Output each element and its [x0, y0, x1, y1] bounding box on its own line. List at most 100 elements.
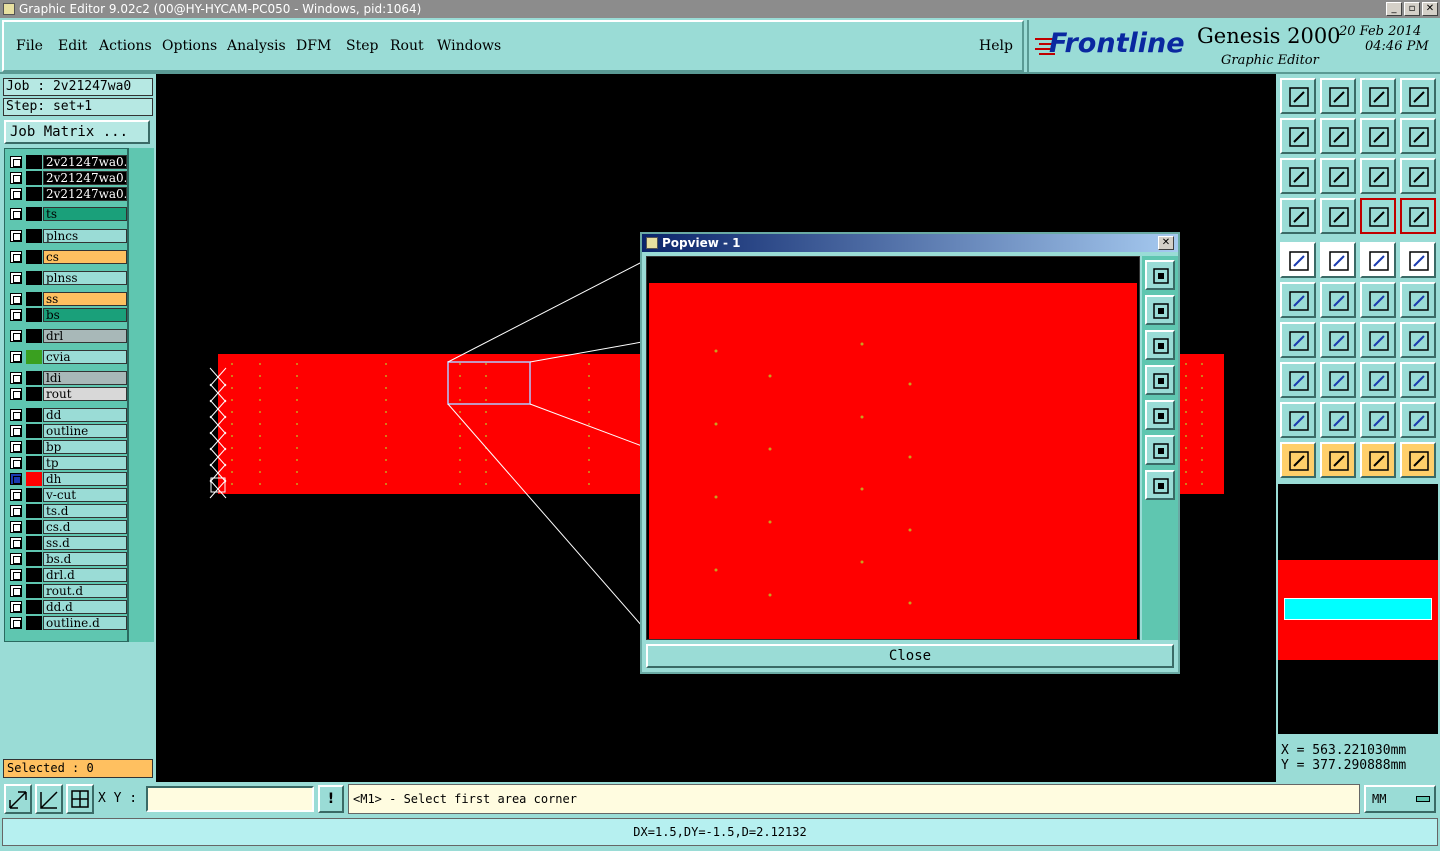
- layer-checkbox[interactable]: [10, 293, 22, 305]
- snap-tool-button-3[interactable]: [66, 784, 94, 814]
- layer-checkbox[interactable]: [10, 208, 22, 220]
- warning-button[interactable]: !: [318, 785, 344, 813]
- layer-checkbox[interactable]: [10, 425, 22, 437]
- menu-options[interactable]: Options: [162, 38, 217, 54]
- menu-actions[interactable]: Actions: [99, 38, 152, 54]
- layer-checkbox[interactable]: [10, 156, 22, 168]
- layer-checkbox[interactable]: [10, 172, 22, 184]
- stretch-button[interactable]: [1400, 282, 1436, 318]
- help-button[interactable]: [1400, 158, 1436, 194]
- add-circle-button[interactable]: [1400, 242, 1436, 278]
- layer-checkbox[interactable]: [10, 188, 22, 200]
- popview-close-icon[interactable]: ✕: [1158, 236, 1174, 250]
- layer-checkbox[interactable]: [10, 441, 22, 453]
- layer-row-cs-d[interactable]: cs.d: [7, 520, 127, 534]
- net-select-button[interactable]: [1400, 198, 1436, 234]
- triangle-button[interactable]: [1280, 402, 1316, 438]
- layer-row-outline[interactable]: outline: [7, 424, 127, 438]
- snap-button[interactable]: [1320, 198, 1356, 234]
- layer-scrollbar[interactable]: [128, 148, 154, 642]
- layer-checkbox[interactable]: [10, 473, 22, 485]
- resize-button[interactable]: [1360, 362, 1396, 398]
- draw-angle-button[interactable]: [1280, 322, 1316, 358]
- center-button[interactable]: [1320, 158, 1356, 194]
- zoom-out-button[interactable]: [1145, 330, 1175, 360]
- layer-checkbox[interactable]: [10, 521, 22, 533]
- draw-line-button[interactable]: [1320, 322, 1356, 358]
- zoom-fit-button[interactable]: [1145, 260, 1175, 290]
- layer-row-cvia[interactable]: cvia: [7, 350, 127, 364]
- triangle-red-button[interactable]: [1360, 402, 1396, 438]
- snap-tool-button-2[interactable]: [35, 784, 63, 814]
- layer-checkbox[interactable]: [10, 569, 22, 581]
- layer-checkbox[interactable]: [10, 230, 22, 242]
- job-matrix-button[interactable]: Job Matrix ...: [4, 120, 150, 144]
- arrow-left-button[interactable]: [1280, 118, 1316, 154]
- layer-row-ts-d[interactable]: ts.d: [7, 504, 127, 518]
- route-button[interactable]: [1400, 442, 1436, 478]
- home-top-button[interactable]: [1280, 78, 1316, 114]
- triangle-up-button[interactable]: [1320, 402, 1356, 438]
- layer-checkbox[interactable]: [10, 251, 22, 263]
- menu-step[interactable]: Step: [346, 38, 378, 54]
- layer-checkbox[interactable]: [10, 457, 22, 469]
- connect-button[interactable]: [1280, 282, 1316, 318]
- menu-rout[interactable]: Rout: [390, 38, 424, 54]
- layer-row-cs[interactable]: cs: [7, 250, 127, 264]
- layer-checkbox[interactable]: [10, 272, 22, 284]
- zoom-center-button[interactable]: [1145, 470, 1175, 500]
- layer-checkbox[interactable]: [10, 409, 22, 421]
- layer-row-ss[interactable]: ss: [7, 292, 127, 306]
- ruler-button[interactable]: [1360, 242, 1396, 278]
- layer-checkbox[interactable]: [10, 617, 22, 629]
- layer-checkbox[interactable]: [10, 309, 22, 321]
- layer-checkbox[interactable]: [10, 330, 22, 342]
- layer-checkbox[interactable]: [10, 601, 22, 613]
- layer-row-drl-d[interactable]: drl.d: [7, 568, 127, 582]
- layer-row-rout[interactable]: rout: [7, 387, 127, 401]
- fit-all-button[interactable]: [1280, 158, 1316, 194]
- cut-line-button[interactable]: [1320, 362, 1356, 398]
- select-pad-button[interactable]: [1280, 362, 1316, 398]
- move-button[interactable]: [1360, 282, 1396, 318]
- pan-right-button[interactable]: [1145, 400, 1175, 430]
- home-bottom-button[interactable]: [1320, 78, 1356, 114]
- layer-row-ts[interactable]: ts: [7, 207, 127, 221]
- home-button[interactable]: [1360, 78, 1396, 114]
- xy-input[interactable]: [146, 786, 314, 812]
- layer-row-drl[interactable]: drl: [7, 329, 127, 343]
- layer-row-rout-d[interactable]: rout.d: [7, 584, 127, 598]
- layer-row-v-cut[interactable]: v-cut: [7, 488, 127, 502]
- add-pad-button[interactable]: [1280, 242, 1316, 278]
- add-line-button[interactable]: [1320, 242, 1356, 278]
- menu-windows[interactable]: Windows: [437, 38, 501, 54]
- layer-row-plnss[interactable]: plnss: [7, 271, 127, 285]
- scale-button[interactable]: [1360, 158, 1396, 194]
- arrow-right-button[interactable]: [1320, 118, 1356, 154]
- minimize-button[interactable]: _: [1386, 2, 1402, 16]
- popview-canvas[interactable]: [646, 256, 1140, 640]
- delete-button[interactable]: [1320, 282, 1356, 318]
- menu-file[interactable]: File: [16, 38, 43, 54]
- copy-button[interactable]: [1400, 362, 1436, 398]
- arc-button[interactable]: [1360, 322, 1396, 358]
- layer-row-tp[interactable]: tp: [7, 456, 127, 470]
- menu-edit[interactable]: Edit: [58, 38, 87, 54]
- layer-checkbox[interactable]: [10, 351, 22, 363]
- mirror-button[interactable]: [1400, 118, 1436, 154]
- net-button[interactable]: [1360, 198, 1396, 234]
- layer-checkbox[interactable]: [10, 489, 22, 501]
- pointer-box-button[interactable]: [1320, 442, 1356, 478]
- menu-analysis[interactable]: Analysis: [227, 38, 286, 54]
- layer-checkbox[interactable]: [10, 585, 22, 597]
- popview-close-button[interactable]: Close: [646, 644, 1174, 668]
- menu-dfm[interactable]: DFM: [296, 38, 331, 54]
- layer-row-bp[interactable]: bp: [7, 440, 127, 454]
- layer-row-dd[interactable]: dd: [7, 408, 127, 422]
- zoom-extents-button[interactable]: [1145, 435, 1175, 465]
- units-select[interactable]: MM: [1364, 785, 1436, 813]
- layer-row-bs-d[interactable]: bs.d: [7, 552, 127, 566]
- pointer-button[interactable]: [1280, 442, 1316, 478]
- layer-checkbox[interactable]: [10, 553, 22, 565]
- layer-row-2v21247wa0-c[interactable]: 2v21247wa0.c: [7, 171, 127, 185]
